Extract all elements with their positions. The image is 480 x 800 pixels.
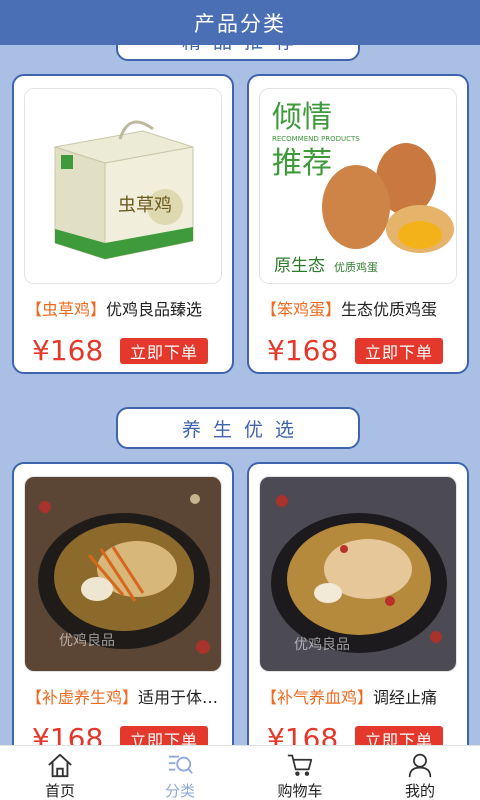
home-icon <box>48 753 72 778</box>
product-name-3: 【补虚养生鸡】适用于体虚人群 <box>26 688 226 707</box>
product-image-4[interactable]: 优鸡良品 <box>259 476 457 672</box>
svg-text:倾情: 倾情 <box>272 100 332 135</box>
product-price-4: ¥168 <box>267 722 339 745</box>
product-image-2[interactable]: 倾情 RECOMMEND PRODUCTS 推荐 原生态 优质鸡蛋 <box>259 88 457 284</box>
buy-now-button-3[interactable]: 立即下单 <box>120 726 208 745</box>
product-price-2: ¥168 <box>267 334 339 367</box>
tab-home[interactable]: 首页 <box>0 746 120 800</box>
product-price-3: ¥168 <box>32 722 104 745</box>
product-card-1[interactable]: 虫草鸡 【虫草鸡】优鸡良品臻选 ¥168 立即下单 <box>12 74 234 374</box>
category-content[interactable]: 精品推荐 虫草鸡 【虫草鸡】优鸡良品臻选 ¥168 立即下单 <box>0 45 480 745</box>
buy-now-button-2[interactable]: 立即下单 <box>355 338 443 364</box>
product-image-1-text: 虫草鸡 <box>118 195 172 216</box>
tab-home-label: 首页 <box>44 782 75 800</box>
tab-cart[interactable]: 购物车 <box>240 746 360 800</box>
product-card-4[interactable]: 优鸡良品 【补气养血鸡】调经止痛 ¥168 立即下单 <box>247 462 469 745</box>
svg-text:原生态: 原生态 <box>274 256 325 276</box>
svg-text:优质鸡蛋: 优质鸡蛋 <box>334 260 378 274</box>
buy-now-button-1[interactable]: 立即下单 <box>120 338 208 364</box>
tab-cart-label: 购物车 <box>277 782 323 800</box>
tab-mine-label: 我的 <box>404 782 435 800</box>
section-title-2: 养生优选 <box>116 407 360 449</box>
tab-category[interactable]: 分类 <box>120 746 240 800</box>
tab-mine[interactable]: 我的 <box>360 746 480 800</box>
bottom-tab-bar: 首页 分类 购物车 我的 <box>0 745 480 800</box>
product-name-1: 【虫草鸡】优鸡良品臻选 <box>26 300 203 319</box>
svg-text:优鸡良品: 优鸡良品 <box>59 632 115 649</box>
svg-text:优鸡良品: 优鸡良品 <box>294 636 350 653</box>
buy-now-button-4[interactable]: 立即下单 <box>355 726 443 745</box>
page-title: 产品分类 <box>0 0 480 45</box>
svg-text:推荐: 推荐 <box>272 146 332 181</box>
product-name-4: 【补气养血鸡】调经止痛 <box>261 688 438 707</box>
cart-icon <box>287 754 313 776</box>
category-search-icon <box>168 755 193 774</box>
product-image-3[interactable]: 优鸡良品 <box>24 476 222 672</box>
svg-text:RECOMMEND PRODUCTS: RECOMMEND PRODUCTS <box>272 135 360 143</box>
product-price-1: ¥168 <box>32 334 104 367</box>
product-card-3[interactable]: 优鸡良品 【补虚养生鸡】适用于体虚人群 ¥168 立即下单 <box>12 462 234 745</box>
user-icon <box>408 753 432 778</box>
tab-category-label: 分类 <box>164 782 195 800</box>
product-name-2: 【笨鸡蛋】生态优质鸡蛋 <box>261 300 438 319</box>
product-card-2[interactable]: 倾情 RECOMMEND PRODUCTS 推荐 原生态 优质鸡蛋 【笨鸡蛋】生… <box>247 74 469 374</box>
product-image-1[interactable]: 虫草鸡 <box>24 88 222 284</box>
section-title-1: 精品推荐 <box>116 45 360 61</box>
